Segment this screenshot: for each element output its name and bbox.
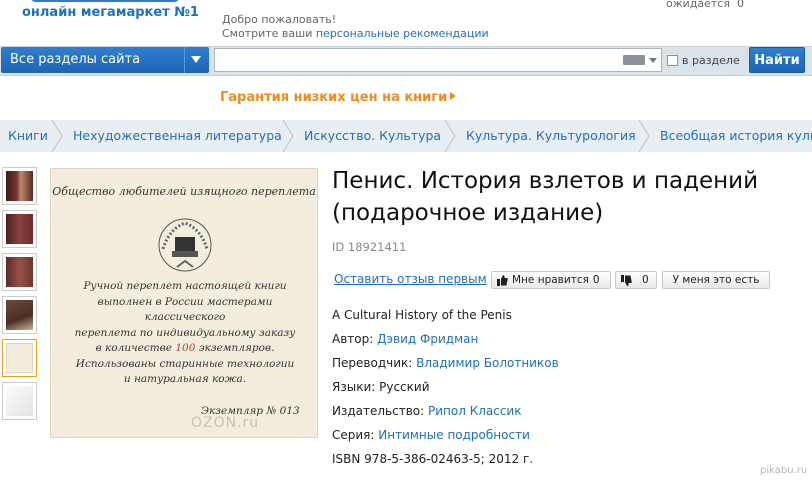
promo-text: Гарантия низких цен на книги [220,90,448,105]
series-row: Серия: Интимные подробности [332,428,530,442]
thumbs-up-icon [497,274,508,286]
dislike-count: 0 [642,274,649,286]
cover-line: выполнен в России мастерами классическог… [97,295,273,324]
publisher-row: Издательство: Рипол Классик [332,404,521,418]
like-label: Мне нравится [512,274,589,286]
translator-row: Переводчик: Владимир Болотников [332,356,559,370]
thumbnail[interactable] [2,382,37,420]
series-label: Серия: [332,428,379,442]
recommendations-link[interactable]: персональные рекомендации [316,27,489,40]
thumbnail-selected[interactable] [2,339,37,377]
product-title: Пенис. История взлетов и падений (подаро… [332,165,812,229]
breadcrumb-item-art-culture[interactable]: Искусство. Культура [304,128,441,143]
in-section-toggle[interactable]: в разделе [667,54,740,67]
low-price-promo[interactable]: Гарантия низких цен на книги [220,90,457,105]
thumbnail[interactable] [2,167,37,205]
write-review-link[interactable]: Оставить отзыв первым [334,272,487,286]
site-watermark: pikabu.ru [760,465,808,476]
languages-label: Языки: [332,380,380,394]
recommend-prefix: Смотрите ваши [222,27,316,40]
product-cover-image[interactable]: Общество любителей изящного переплета Ру… [50,168,318,438]
sections-divider [184,47,185,73]
cover-society-text: Общество любителей изящного переплета [52,185,316,198]
cart-text: ожидается [666,0,730,10]
i-have-it-label: У меня это есть [672,274,760,286]
product-title-line: (подарочное издание) [332,200,604,226]
breadcrumb-item-culture-history[interactable]: Всеобщая история культуры [660,128,812,143]
sections-label: Все разделы сайта [10,52,141,67]
like-count: 0 [592,274,600,286]
breadcrumb-item-books[interactable]: Книги [8,128,48,143]
thumbnail[interactable] [2,296,37,334]
cart-count: 0 [736,0,744,10]
cover-description: Ручной переплет настоящей книги выполнен… [59,279,311,388]
cover-watermark: OZON.ru [191,415,260,431]
product-title-line: Пенис. История взлетов и падений [332,168,759,194]
cover-line: и натуральная кожа. [123,373,247,385]
cover-line: Использованы старинные технологии [75,357,295,370]
cover-count-value: 100 [175,342,196,354]
i-have-it-button[interactable]: У меня это есть [662,271,770,289]
dislike-button[interactable]: 0 [615,271,657,289]
book-thumbnail-image [6,257,33,287]
author-row: Автор: Дэвид Фридман [332,332,478,346]
like-button[interactable]: Мне нравится 0 [491,271,611,289]
virtual-keyboard-button[interactable] [621,52,659,68]
book-thumbnail-image [6,214,33,244]
book-thumbnail-image [6,300,33,330]
welcome-block: Добро пожаловать! Смотрите ваши персонал… [222,13,489,41]
author-label: Автор: [332,332,378,346]
cover-line: Ручной переплет настоящей книги [83,280,287,292]
book-thumbnail-image [6,343,33,373]
thumbnail[interactable] [2,253,37,291]
keyboard-icon [623,55,645,65]
isbn-row: ISBN 978-5-386-02463-5; 2012 г. [332,452,534,466]
welcome-text: Добро пожаловать! [222,13,337,26]
in-section-checkbox[interactable] [667,55,678,66]
cart-status[interactable]: ожидается 0 [666,0,744,10]
breadcrumb: Книги Нехудожественная литература Искусс… [0,120,812,152]
breadcrumb-separator-icon [637,120,651,152]
chevron-down-icon [191,56,201,63]
translator-link[interactable]: Владимир Болотников [416,356,559,370]
breadcrumb-separator-icon [281,120,295,152]
cover-count-suffix: экземпляров. [195,342,275,354]
society-emblem-icon [158,218,212,272]
chevron-down-icon [649,58,657,63]
series-link[interactable]: Интимные подробности [378,428,530,442]
sections-dropdown[interactable]: Все разделы сайта [1,47,209,73]
languages-row: Языки: Русский [332,380,430,394]
site-logo[interactable] [30,0,180,2]
cover-count-prefix: в количестве [95,342,176,354]
translator-label: Переводчик: [332,356,417,370]
breadcrumb-separator-icon [443,120,457,152]
product-id: ID 18921411 [332,240,407,254]
site-tagline: онлайн мегамаркет №1 [22,5,199,20]
breadcrumb-separator-icon [50,120,64,152]
publisher-label: Издательство: [332,404,428,418]
thumbs-down-icon [621,274,632,286]
in-section-label: в разделе [682,54,740,67]
publisher-link[interactable]: Рипол Классик [428,404,522,418]
arrow-right-icon [450,92,457,100]
book-thumbnail-image [6,171,33,201]
languages-value: Русский [379,380,430,394]
original-title: A Cultural History of the Penis [332,308,512,322]
thumbnail[interactable] [2,210,37,248]
author-link[interactable]: Дэвид Фридман [377,332,478,346]
search-input[interactable] [214,48,662,72]
breadcrumb-item-culturology[interactable]: Культура. Культурология [466,128,636,143]
book-thumbnail-image [6,386,33,416]
breadcrumb-item-nonfiction[interactable]: Нехудожественная литература [73,128,282,143]
search-button[interactable]: Найти [749,47,805,73]
cover-line: переплета по индивидуальному заказу [74,326,296,339]
